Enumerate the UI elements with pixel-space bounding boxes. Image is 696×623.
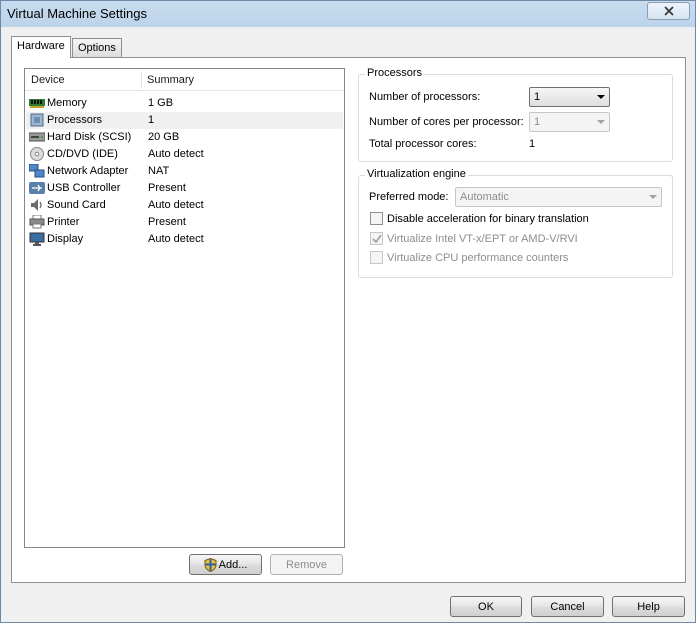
chevron-down-icon (597, 95, 605, 99)
device-name: USB Controller (47, 182, 121, 194)
virtualize-vtx-checkbox[interactable] (370, 232, 383, 245)
device-row-cd-dvd[interactable]: CD/DVD (IDE) Auto detect (26, 146, 343, 163)
tab-options[interactable]: Options (72, 38, 122, 58)
device-list[interactable]: Device Summary Memory 1 GB Processors 1 … (24, 68, 345, 548)
device-name: Display (47, 233, 84, 245)
chevron-down-icon (597, 120, 605, 124)
checkmark-icon (372, 234, 382, 244)
shield-icon (204, 557, 217, 572)
num-processors-select[interactable]: 1 (529, 87, 610, 107)
column-header-device[interactable]: Device (31, 74, 65, 86)
virtualization-group: Virtualization engine Preferred mode: Au… (358, 168, 673, 278)
hardware-panel: Device Summary Memory 1 GB Processors 1 … (11, 57, 686, 583)
processor-icon (30, 113, 44, 127)
device-name: Processors (47, 114, 103, 126)
settings-window: Virtual Machine Settings Hardware Option… (0, 0, 696, 623)
list-header: Device Summary (25, 69, 344, 91)
dialog-client: Hardware Options Device Summary Memory 1… (1, 28, 695, 622)
preferred-mode-select[interactable]: Automatic (455, 187, 662, 207)
hard-disk-icon (29, 132, 45, 142)
close-icon (663, 6, 674, 16)
virtualize-cpu-counters-checkbox[interactable] (370, 251, 383, 264)
total-cores-value: 1 (529, 138, 536, 150)
cancel-button[interactable]: Cancel (531, 596, 604, 617)
device-name: Memory (47, 97, 87, 109)
total-cores-label: Total processor cores: (369, 138, 477, 150)
window-title: Virtual Machine Settings (7, 6, 147, 21)
disable-acceleration-checkbox[interactable] (370, 212, 383, 225)
cores-per-processor-value: 1 (534, 116, 541, 128)
device-summary: 1 GB (148, 97, 174, 109)
device-name: Hard Disk (SCSI) (47, 131, 132, 143)
column-header-summary[interactable]: Summary (147, 74, 194, 86)
device-name: Sound Card (47, 199, 106, 211)
network-adapter-icon (29, 164, 45, 178)
device-row-printer[interactable]: Printer Present (26, 214, 343, 231)
memory-icon (29, 99, 45, 108)
preferred-mode-value: Automatic (460, 191, 509, 203)
device-name: CD/DVD (IDE) (47, 148, 118, 160)
title-bar[interactable]: Virtual Machine Settings (1, 1, 695, 28)
device-summary: 1 (148, 114, 155, 126)
disable-acceleration-label[interactable]: Disable acceleration for binary translat… (387, 213, 589, 225)
display-icon (29, 232, 45, 246)
printer-icon (29, 215, 45, 229)
device-summary: Present (148, 182, 186, 194)
num-processors-label: Number of processors: (369, 91, 481, 103)
add-button-label: Add... (218, 558, 248, 571)
chevron-down-icon (649, 195, 657, 199)
device-name: Printer (47, 216, 80, 228)
virtualization-legend: Virtualization engine (365, 168, 468, 180)
virtualize-vtx-label: Virtualize Intel VT-x/EPT or AMD-V/RVI (387, 233, 578, 245)
close-button[interactable] (647, 2, 690, 20)
device-summary: Auto detect (148, 199, 204, 211)
cores-per-processor-label: Number of cores per processor: (369, 116, 524, 128)
remove-device-button[interactable]: Remove (270, 554, 343, 575)
device-row-processors[interactable]: Processors 1 (26, 112, 343, 129)
device-row-memory[interactable]: Memory 1 GB (26, 95, 343, 112)
device-row-usb-controller[interactable]: USB Controller Present (26, 180, 343, 197)
sound-card-icon (31, 199, 42, 211)
cores-per-processor-select[interactable]: 1 (529, 112, 610, 132)
device-row-sound-card[interactable]: Sound Card Auto detect (26, 197, 343, 214)
cd-dvd-icon (30, 147, 44, 161)
tab-hardware[interactable]: Hardware (11, 36, 71, 58)
device-row-hard-disk[interactable]: Hard Disk (SCSI) 20 GB (26, 129, 343, 146)
device-summary: Auto detect (148, 233, 204, 245)
column-divider[interactable] (141, 71, 142, 89)
device-summary: Present (148, 216, 186, 228)
ok-button[interactable]: OK (450, 596, 522, 617)
add-device-button[interactable]: Add... (189, 554, 262, 575)
processors-group: Processors Number of processors: 1 Numbe… (358, 67, 673, 162)
preferred-mode-label: Preferred mode: (369, 191, 449, 203)
device-row-network-adapter[interactable]: Network Adapter NAT (26, 163, 343, 180)
help-button[interactable]: Help (612, 596, 685, 617)
virtualize-cpu-counters-label: Virtualize CPU performance counters (387, 252, 569, 264)
device-summary: 20 GB (148, 131, 180, 143)
usb-icon (29, 182, 45, 194)
device-row-display[interactable]: Display Auto detect (26, 231, 343, 248)
device-name: Network Adapter (47, 165, 129, 177)
num-processors-value: 1 (534, 91, 541, 103)
device-summary: Auto detect (148, 148, 204, 160)
processors-legend: Processors (365, 67, 425, 79)
device-summary: NAT (148, 165, 170, 177)
